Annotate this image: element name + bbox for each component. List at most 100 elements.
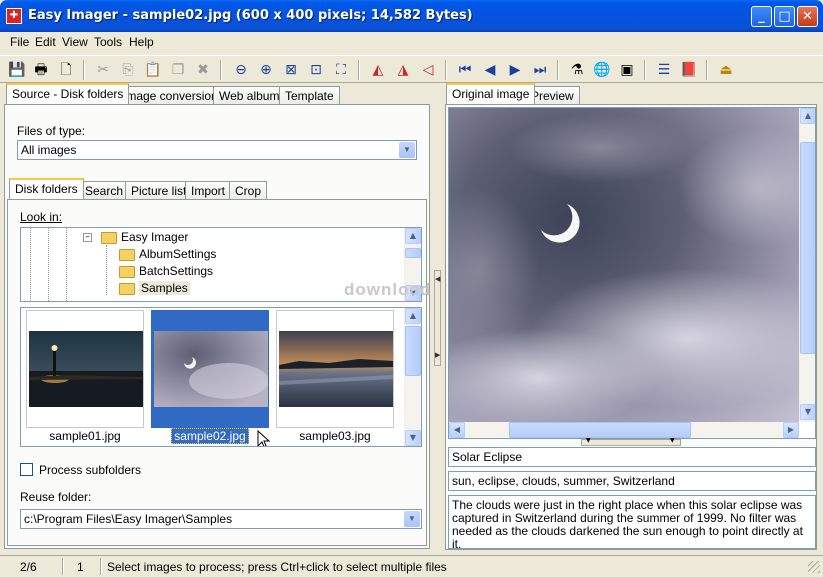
keywords-field[interactable]: sun, eclipse, clouds, summer, Switzerlan… <box>448 471 816 491</box>
status-separator <box>62 558 64 575</box>
resize-grip-icon[interactable] <box>808 561 820 573</box>
disk-folders-pane: Look in: – Easy Imager AlbumSettings Bat… <box>7 199 427 546</box>
cut-icon[interactable]: ✂ <box>93 60 113 80</box>
process-subfolders-label: Process subfolders <box>39 463 142 477</box>
scroll-left-icon[interactable]: ◀ <box>449 422 465 438</box>
print-icon[interactable]: 🖶 <box>31 60 51 80</box>
look-in-label: Look in: <box>20 210 63 224</box>
first-image-icon[interactable]: ⏮ <box>455 60 475 80</box>
web-icon[interactable]: 🌐 <box>592 60 612 80</box>
thumbnail-label: sample03.jpg <box>299 429 371 443</box>
menu-edit[interactable]: Edit <box>35 35 56 49</box>
fit-screen-icon[interactable]: ⛶ <box>331 60 351 80</box>
collapse-left-icon[interactable]: ◀ <box>435 275 440 283</box>
tab-picture-list[interactable]: Picture list <box>125 181 193 200</box>
scroll-up-icon[interactable]: ▲ <box>405 228 421 244</box>
tab-disk-folders[interactable]: Disk folders <box>9 178 84 199</box>
tab-source-disk-folders[interactable]: Source - Disk folders <box>6 83 130 104</box>
tree-item-batchsettings[interactable]: BatchSettings <box>119 263 213 280</box>
close-button[interactable]: ✕ <box>797 6 818 27</box>
expand-up-icon[interactable]: ▼ <box>670 437 675 444</box>
scrollbar-thumb[interactable] <box>405 326 421 376</box>
tab-template[interactable]: Template <box>279 86 340 105</box>
tab-search[interactable]: Search <box>79 181 130 200</box>
image-horizontal-scrollbar[interactable]: ◀ ▶ <box>449 422 799 438</box>
scrollbar-thumb[interactable] <box>509 422 691 438</box>
maximize-button[interactable]: □ <box>774 6 795 27</box>
tab-image-conversion[interactable]: Image conversion <box>117 86 224 105</box>
tab-original-image[interactable]: Original image <box>446 83 536 104</box>
caption-field[interactable]: Solar Eclipse <box>448 447 816 467</box>
chevron-down-icon[interactable]: ▼ <box>404 511 420 527</box>
scrollbar-thumb[interactable] <box>800 142 815 354</box>
menu-tools[interactable]: Tools <box>94 35 122 49</box>
list-icon[interactable]: ☰ <box>654 60 674 80</box>
print-preview-icon[interactable]: 🗋 <box>56 60 76 80</box>
zoom-in-icon[interactable]: ⊕ <box>256 60 276 80</box>
rotate-right-icon[interactable]: ◮ <box>393 60 413 80</box>
files-of-type-label: Files of type: <box>17 124 86 138</box>
slideshow-icon[interactable]: ▣ <box>617 60 637 80</box>
exit-icon[interactable]: ⏏ <box>716 60 736 80</box>
panel-splitter[interactable]: ◀ ▶ <box>434 270 441 366</box>
tab-crop[interactable]: Crop <box>229 181 268 200</box>
actual-size-icon[interactable]: ⊡ <box>306 60 326 80</box>
reuse-folder-label: Reuse folder: <box>20 490 92 504</box>
tree-guide <box>30 228 31 301</box>
info-splitter[interactable]: ▼ ▼ <box>581 437 681 446</box>
menu-view[interactable]: View <box>62 35 88 49</box>
flip-icon[interactable]: ◁ <box>418 60 438 80</box>
rotate-left-icon[interactable]: ◭ <box>368 60 388 80</box>
next-image-icon[interactable]: ▶ <box>505 60 525 80</box>
thumbnail-sample01[interactable] <box>26 310 144 428</box>
tab-import[interactable]: Import <box>185 181 232 200</box>
folder-icon <box>119 248 135 261</box>
tab-web-album[interactable]: Web album <box>213 86 286 105</box>
toolbar-separator <box>358 60 360 80</box>
mouse-cursor-icon <box>257 430 271 446</box>
paste-icon[interactable]: 📋 <box>143 60 163 80</box>
image-panel: ▲ ▼ ◀ ▶ ▼ ▼ Solar Eclipse sun, eclipse, … <box>445 104 817 550</box>
save-icon[interactable]: 💾 <box>7 60 27 80</box>
fit-window-icon[interactable]: ⊠ <box>281 60 301 80</box>
chevron-down-icon[interactable]: ▼ <box>399 142 415 158</box>
zoom-out-icon[interactable]: ⊖ <box>231 60 251 80</box>
previous-image-icon[interactable]: ◀ <box>480 60 500 80</box>
source-panel: Files of type: All images ▼ Disk folders… <box>4 104 430 549</box>
scroll-down-icon[interactable]: ▼ <box>405 430 421 446</box>
image-vertical-scrollbar[interactable]: ▲ ▼ <box>799 108 815 422</box>
scroll-up-icon[interactable]: ▲ <box>800 108 815 124</box>
thumbnail-grid[interactable]: sample01.jpg sample02.jpg sample03.jpg ▲… <box>20 307 422 447</box>
reuse-folder-dropdown[interactable]: c:\Program Files\Easy Imager\Samples ▼ <box>20 509 422 529</box>
scroll-right-icon[interactable]: ▶ <box>783 422 799 438</box>
tree-item-samples[interactable]: Samples <box>119 280 190 297</box>
thumbnail-sample02[interactable] <box>151 310 269 428</box>
thumbnail-sample03[interactable] <box>276 310 394 428</box>
status-message: Select images to process; press Ctrl+cli… <box>107 560 447 574</box>
collapse-down-icon[interactable]: ▼ <box>586 437 591 444</box>
scroll-down-icon[interactable]: ▼ <box>800 404 815 420</box>
scrollbar-thumb[interactable] <box>405 248 421 258</box>
description-field[interactable]: The clouds were just in the right place … <box>448 495 816 549</box>
minimize-button[interactable]: _ <box>751 6 772 27</box>
menu-file[interactable]: File <box>10 35 29 49</box>
thumbnail-scrollbar[interactable]: ▲ ▼ <box>404 308 421 446</box>
delete-icon[interactable]: ✖ <box>193 60 213 80</box>
watermark-text: download <box>344 280 432 299</box>
scroll-up-icon[interactable]: ▲ <box>405 308 421 324</box>
process-subfolders-checkbox[interactable] <box>20 463 33 476</box>
image-viewer[interactable]: ▲ ▼ ◀ ▶ <box>448 107 816 439</box>
expand-right-icon[interactable]: ▶ <box>435 351 440 359</box>
tree-item-albumsettings[interactable]: AlbumSettings <box>119 246 216 263</box>
files-of-type-dropdown[interactable]: All images ▼ <box>17 140 417 160</box>
folder-icon <box>119 265 135 278</box>
copy-icon[interactable]: ⎘ <box>118 60 138 80</box>
tree-item-easy-imager[interactable]: Easy Imager <box>101 229 188 246</box>
book-icon[interactable]: 📕 <box>679 60 699 80</box>
duplicate-icon[interactable]: ❐ <box>168 60 188 80</box>
filter-icon[interactable]: ⚗ <box>567 60 587 80</box>
collapse-icon[interactable]: – <box>83 233 92 242</box>
last-image-icon[interactable]: ⏭ <box>530 60 550 80</box>
title-bar[interactable]: ✚ Easy Imager - sample02.jpg (600 x 400 … <box>0 0 823 32</box>
menu-help[interactable]: Help <box>129 35 154 49</box>
